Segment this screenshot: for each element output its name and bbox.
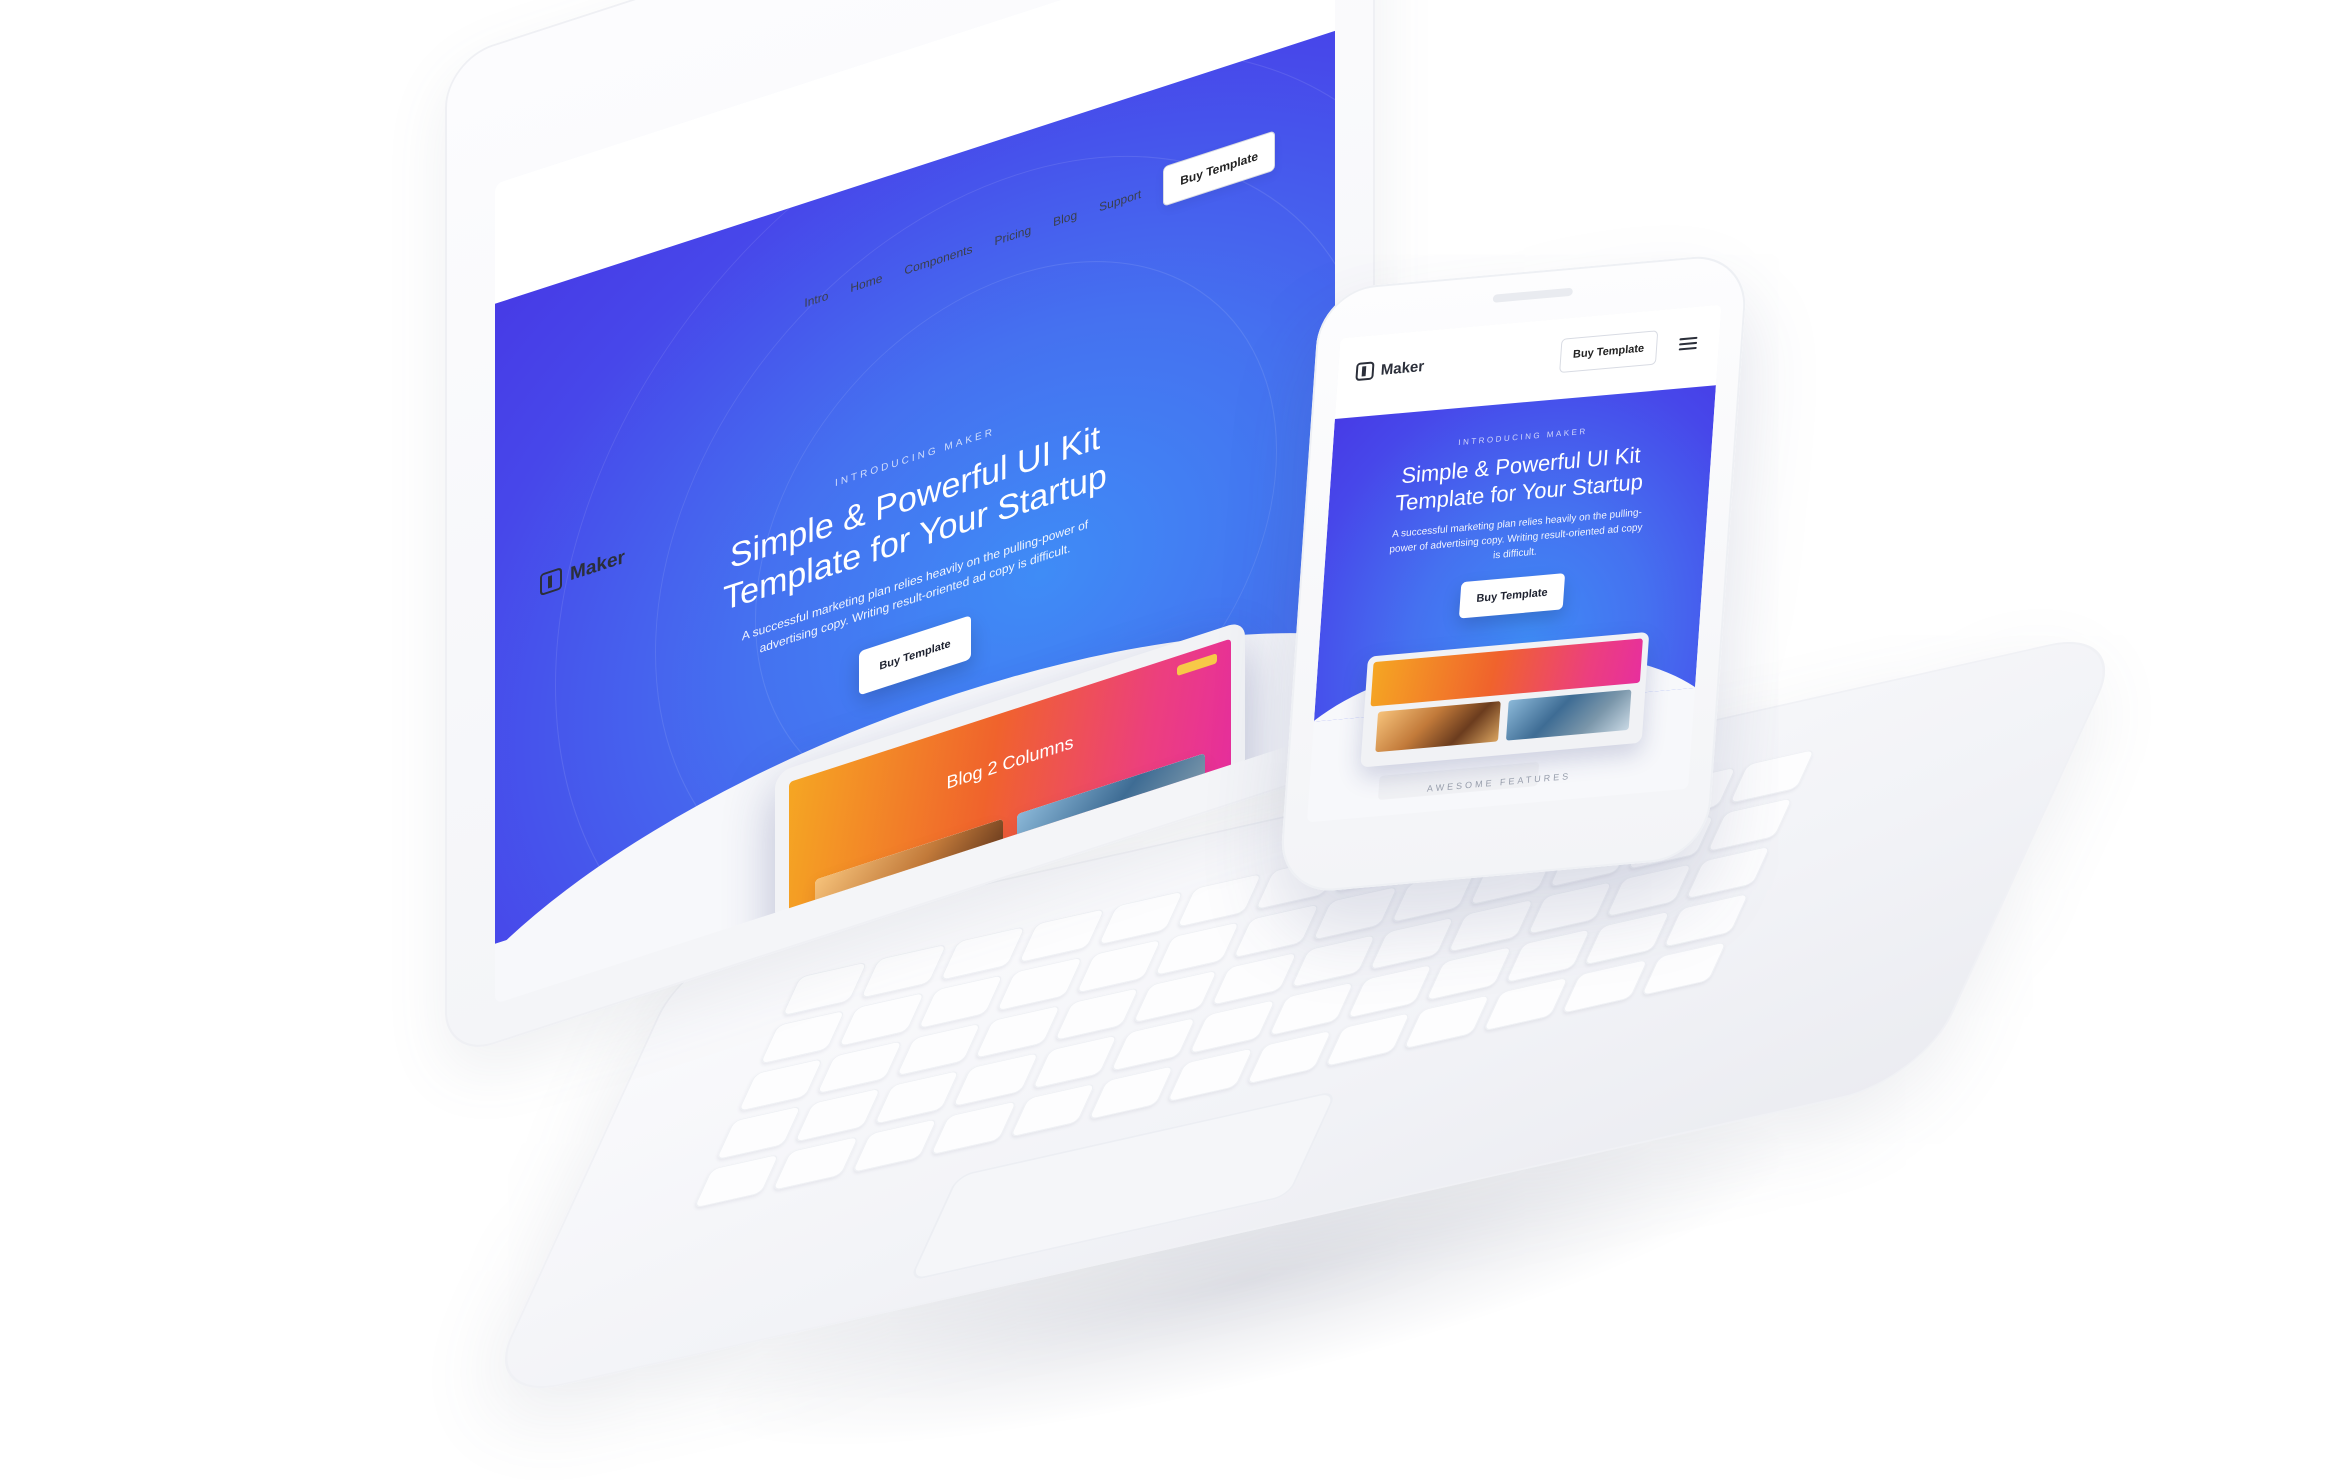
keyboard-key bbox=[715, 1105, 803, 1161]
keyboard-key bbox=[794, 1087, 882, 1143]
keyboard-key bbox=[1312, 885, 1399, 941]
keyboard-key bbox=[996, 956, 1083, 1012]
keyboard-key bbox=[930, 1100, 1017, 1156]
keyboard-key bbox=[895, 1022, 982, 1077]
keyboard-key bbox=[838, 991, 926, 1047]
phone-hero-subtitle: A successful marketing plan relies heavi… bbox=[1389, 507, 1643, 562]
nav-link-home[interactable]: Home bbox=[850, 271, 882, 295]
phone-blog-card-image bbox=[1375, 701, 1501, 753]
phone-logo[interactable]: Maker bbox=[1355, 357, 1425, 382]
nav-link-blog[interactable]: Blog bbox=[1053, 208, 1077, 230]
phone-screen: Maker Buy Template Introducing Maker Sim… bbox=[1306, 304, 1722, 823]
keyboard-key bbox=[759, 1009, 847, 1065]
device-mockup-stage: Maker Intro Home Components Pricing Blog… bbox=[0, 0, 2340, 1480]
keyboard-key bbox=[1662, 893, 1750, 948]
keyboard-key bbox=[1425, 946, 1513, 1002]
keyboard-key bbox=[1053, 986, 1140, 1042]
keyboard-key bbox=[952, 1052, 1039, 1108]
keyboard-key bbox=[1267, 981, 1355, 1037]
keyboard-key bbox=[873, 1070, 960, 1125]
keyboard-key bbox=[1640, 941, 1728, 997]
nav-link-pricing[interactable]: Pricing bbox=[994, 223, 1031, 249]
keyboard-key bbox=[737, 1057, 825, 1113]
keyboard-key bbox=[1346, 964, 1434, 1019]
keyboard-key bbox=[816, 1039, 904, 1095]
keyboard-key bbox=[1031, 1034, 1118, 1090]
phone-buy-template-button[interactable]: Buy Template bbox=[1558, 330, 1659, 374]
keyboard-key bbox=[1154, 920, 1241, 976]
keyboard-key bbox=[1583, 910, 1671, 966]
phone-hero-buy-template-button[interactable]: Buy Template bbox=[1459, 573, 1565, 619]
hamburger-menu-icon[interactable] bbox=[1678, 336, 1698, 351]
keyboard-key bbox=[851, 1118, 938, 1174]
keyboard-key bbox=[1009, 1082, 1096, 1138]
nav-link-intro[interactable]: Intro bbox=[804, 288, 828, 310]
keyboard-key bbox=[939, 925, 1027, 981]
keyboard-key bbox=[1561, 959, 1649, 1014]
keyboard-key bbox=[1211, 951, 1298, 1007]
keyboard-key bbox=[1132, 969, 1219, 1024]
phone-logo-text: Maker bbox=[1380, 357, 1425, 379]
keyboard-key bbox=[1605, 862, 1693, 918]
keyboard-key bbox=[1188, 999, 1276, 1055]
keyboard-key bbox=[781, 961, 869, 1017]
keyboard-key bbox=[1088, 1065, 1175, 1120]
maker-logo-icon bbox=[1355, 361, 1375, 382]
keyboard-key bbox=[1176, 872, 1263, 928]
keyboard-key bbox=[1233, 903, 1320, 958]
keyboard-key bbox=[1368, 915, 1456, 971]
keyboard-key bbox=[1018, 908, 1106, 963]
keyboard-key bbox=[1289, 933, 1377, 989]
phone-blog-card-image bbox=[1505, 689, 1632, 741]
nav-link-support[interactable]: Support bbox=[1099, 187, 1141, 215]
keyboard-key bbox=[1075, 938, 1162, 994]
keyboard-key bbox=[1447, 898, 1535, 953]
phone-hero-title: Simple & Powerful UI Kit Template for Yo… bbox=[1394, 442, 1644, 516]
phone-device: Maker Buy Template Introducing Maker Sim… bbox=[1278, 252, 1749, 896]
phone-speaker bbox=[1492, 287, 1573, 303]
keyboard-key bbox=[917, 974, 1005, 1029]
keyboard-key bbox=[1324, 1012, 1412, 1067]
keyboard-key bbox=[693, 1153, 781, 1209]
keyboard-key bbox=[1526, 880, 1614, 936]
keyboard-key bbox=[1403, 994, 1491, 1050]
keyboard-key bbox=[1166, 1047, 1254, 1103]
keyboard-key bbox=[974, 1004, 1061, 1060]
keyboard-key bbox=[1706, 797, 1794, 852]
keyboard-key bbox=[1728, 748, 1816, 804]
keyboard-key bbox=[1482, 976, 1570, 1032]
keyboard-key bbox=[772, 1135, 859, 1191]
keyboard-key bbox=[860, 943, 948, 999]
keyboard-key bbox=[1504, 928, 1592, 984]
keyboard-key bbox=[1684, 845, 1772, 900]
keyboard-key bbox=[1110, 1017, 1197, 1072]
keyboard-key bbox=[1097, 890, 1184, 946]
keyboard-key bbox=[1245, 1029, 1333, 1085]
